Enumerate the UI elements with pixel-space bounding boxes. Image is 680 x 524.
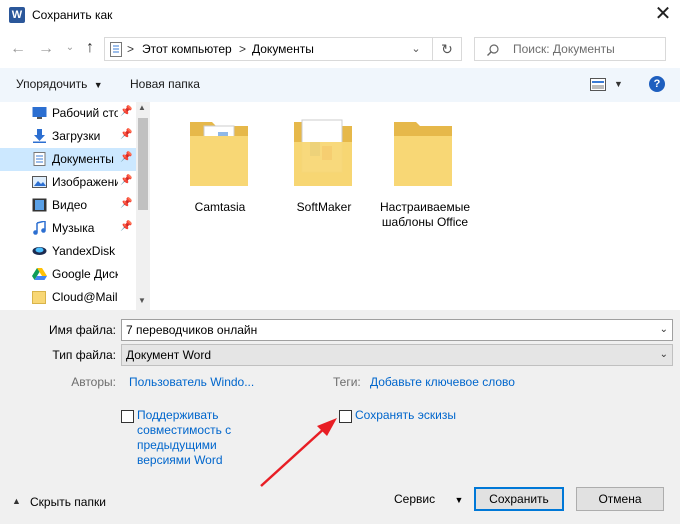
chevron-down-icon[interactable]: ⌄ (660, 320, 668, 340)
sidebar-item-documents[interactable]: Документы 📌 (0, 148, 136, 171)
sidebar-item-music[interactable]: Музыка 📌 (0, 217, 136, 240)
save-button[interactable]: Сохранить (474, 487, 564, 511)
tags-label: Теги: (333, 375, 361, 389)
search-icon (487, 44, 499, 56)
search-input[interactable]: Поиск: Документы (474, 37, 666, 61)
back-arrow-icon[interactable]: ← (8, 40, 28, 58)
compatibility-checkbox[interactable] (121, 410, 134, 423)
sidebar-item-label: Загрузки (52, 129, 101, 143)
filetype-label: Тип файла: (52, 348, 116, 362)
filename-label: Имя файла: (49, 323, 116, 337)
cancel-button[interactable]: Отмена (576, 487, 664, 511)
sidebar-item-label: Cloud@Mail. (52, 290, 118, 304)
pin-icon: 📌 (120, 129, 133, 140)
sidebar-item-label: Музыка (52, 221, 95, 235)
image-icon (32, 176, 47, 188)
authors-link[interactable]: Пользователь Windo... (129, 375, 254, 389)
sidebar-item-yandexdisk[interactable]: YandexDisk (0, 240, 136, 263)
pin-icon: 📌 (120, 198, 133, 209)
sidebar-item-label: Изображени (52, 175, 118, 189)
pin-icon: 📌 (120, 152, 133, 163)
yandexdisk-icon (32, 247, 47, 255)
sidebar-item-cloud-mail[interactable]: Cloud@Mail. (0, 286, 136, 309)
address-dropdown-chevron-icon[interactable]: ⌄ (402, 38, 430, 60)
pin-icon: 📌 (120, 175, 133, 186)
scroll-up-icon[interactable]: ▲ (138, 103, 146, 112)
breadcrumb-separator: > (239, 42, 247, 56)
scroll-down-icon[interactable]: ▼ (138, 296, 146, 305)
folder-softmaker[interactable]: SoftMaker (284, 116, 364, 226)
save-thumbnails-label[interactable]: Сохранять эскизы (355, 408, 456, 422)
sidebar-item-label: Документы (52, 152, 114, 166)
tools-label: Сервис (394, 492, 436, 506)
pin-icon: 📌 (120, 221, 133, 232)
pin-icon: 📌 (120, 106, 133, 117)
scrollbar-thumb[interactable] (138, 118, 148, 210)
sidebar-item-google-drive[interactable]: Google Диск (0, 263, 136, 286)
tools-button[interactable]: Сервис ▼ (394, 492, 463, 506)
folder-label: Camtasia (194, 200, 246, 214)
hide-folders-button[interactable]: Скрыть папки (30, 495, 106, 509)
new-folder-button[interactable]: Новая папка (130, 77, 200, 91)
sidebar-item-label: Видео (52, 198, 88, 212)
sidebar-item-label: Google Диск (52, 267, 118, 281)
folder-icon (190, 122, 248, 186)
chevron-down-icon[interactable]: ⌄ (660, 345, 668, 365)
folder-camtasia[interactable]: Camtasia (180, 116, 260, 226)
breadcrumb-this-pc[interactable]: Этот компьютер (142, 42, 232, 56)
documents-location-icon (110, 42, 122, 57)
chevron-down-icon: ▼ (93, 80, 103, 90)
folder-office-templates[interactable]: Настраиваемые шаблоны Office (380, 116, 470, 236)
folder-label: Настраиваемые шаблоны Office (380, 200, 471, 229)
folder-icon (32, 291, 46, 304)
sidebar-item-videos[interactable]: Видео 📌 (0, 194, 136, 217)
breadcrumb-separator: > (127, 42, 135, 56)
folder-label: SoftMaker (296, 200, 352, 214)
compatibility-label[interactable]: Поддерживать совместимость с предыдущими… (137, 408, 257, 468)
refresh-icon[interactable]: ↻ (432, 37, 462, 61)
organize-label: Упорядочить (16, 77, 88, 91)
filetype-select[interactable]: Документ Word ⌄ (121, 344, 673, 366)
title-bar: W Сохранить как ✕ (0, 0, 680, 31)
collapse-chevron-icon[interactable]: ▲ (12, 496, 21, 506)
view-dropdown-chevron-icon[interactable]: ▼ (614, 79, 623, 89)
sidebar-item-label: YandexDisk (52, 244, 116, 258)
filetype-value: Документ Word (126, 348, 212, 362)
close-button[interactable]: ✕ (646, 1, 680, 29)
tags-link[interactable]: Добавьте ключевое слово (370, 375, 515, 389)
folder-icon (294, 119, 352, 186)
download-icon (33, 129, 46, 143)
sidebar-item-pictures[interactable]: Изображени 📌 (0, 171, 136, 194)
video-icon (32, 198, 47, 212)
sidebar-item-downloads[interactable]: Загрузки 📌 (0, 125, 136, 148)
annotation-arrow (260, 418, 337, 487)
authors-label: Авторы: (71, 375, 116, 389)
folder-icon (394, 122, 452, 186)
music-icon (33, 221, 46, 235)
sidebar-item-label: Рабочий сто... (52, 106, 118, 120)
sidebar-item-desktop[interactable]: Рабочий сто... 📌 (0, 102, 136, 125)
view-options-icon[interactable] (590, 78, 606, 91)
document-icon (33, 152, 46, 166)
up-arrow-icon[interactable]: ↑ (80, 39, 100, 57)
filename-value: 7 переводчиков онлайн (126, 323, 258, 337)
breadcrumb-documents[interactable]: Документы (252, 42, 314, 56)
search-placeholder: Поиск: Документы (513, 42, 615, 56)
forward-arrow-icon[interactable]: → (36, 40, 56, 58)
help-icon[interactable]: ? (649, 76, 665, 92)
google-drive-icon (32, 268, 47, 280)
organize-button[interactable]: Упорядочить ▼ (16, 77, 103, 91)
window-title: Сохранить как (32, 8, 113, 22)
chevron-down-icon: ▼ (454, 495, 464, 505)
word-app-icon: W (9, 7, 25, 23)
recent-locations-chevron-icon[interactable]: ⌄ (60, 42, 80, 53)
filename-field[interactable]: 7 переводчиков онлайн ⌄ (121, 319, 673, 341)
command-toolbar: Упорядочить ▼ Новая папка ▼ ? (0, 68, 680, 102)
desktop-icon (32, 107, 47, 119)
